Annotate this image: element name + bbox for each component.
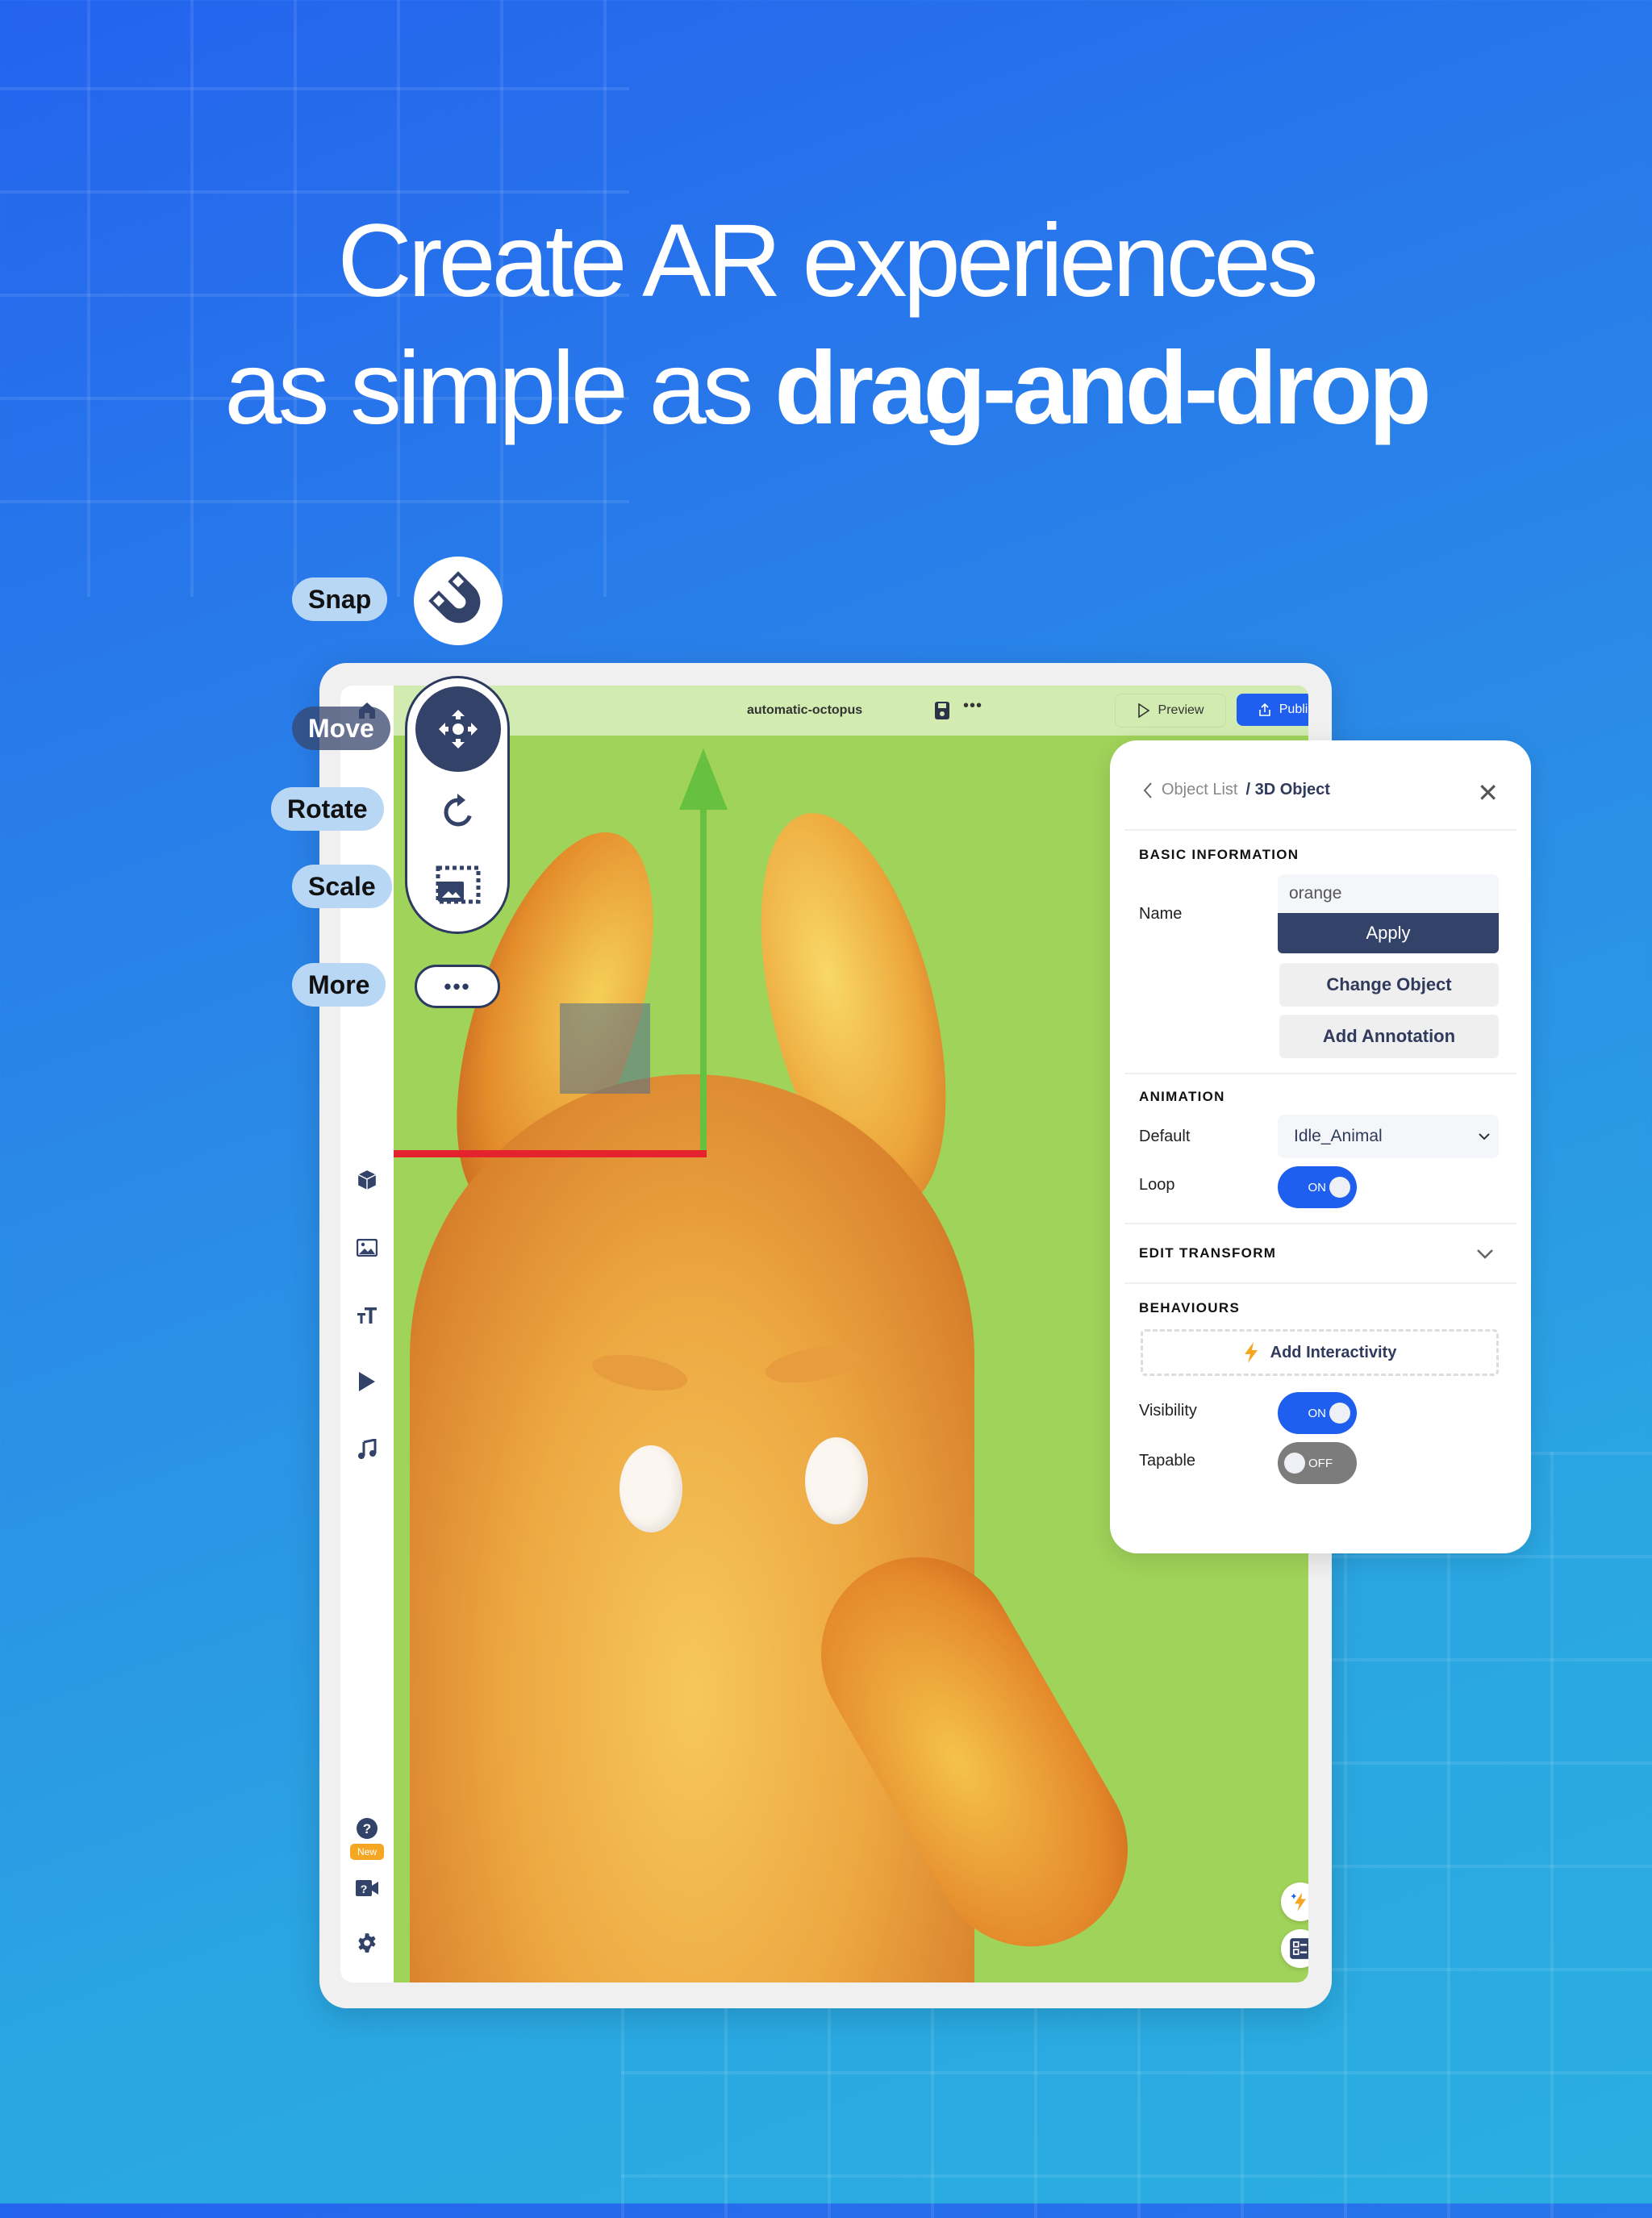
preview-button[interactable]: Preview (1115, 694, 1226, 728)
object-properties-panel: Object List / 3D Object ✕ BASIC INFORMAT… (1110, 740, 1531, 1553)
default-animation-label: Default (1139, 1128, 1191, 1145)
magnet-icon (428, 571, 481, 623)
breadcrumb-object-list[interactable]: Object List (1162, 781, 1237, 799)
divider (1124, 829, 1516, 831)
animation-heading: ANIMATION (1139, 1089, 1225, 1104)
share-icon (1258, 703, 1270, 716)
scale-label: Scale (292, 865, 392, 908)
divider (1124, 1282, 1516, 1284)
project-name[interactable]: automatic-octopus (747, 703, 862, 718)
name-input[interactable]: orange (1278, 874, 1499, 913)
lightning-sparkle-icon (1291, 1892, 1306, 1912)
more-tools-button[interactable]: ••• (415, 965, 500, 1008)
headline-line-1: Create AR experiences (337, 203, 1318, 319)
settings-icon[interactable] (353, 1929, 381, 1957)
gizmo-x-axis[interactable] (394, 1150, 707, 1157)
scale-tool-button[interactable] (434, 861, 482, 909)
publish-label: Publish (1279, 703, 1308, 716)
ai-assist-button[interactable] (1281, 1882, 1308, 1921)
visibility-toggle[interactable]: ON (1278, 1392, 1357, 1434)
divider (1124, 1073, 1516, 1074)
toggle-knob (1284, 1453, 1305, 1474)
lightning-icon (1244, 1342, 1258, 1363)
help-icon[interactable]: ? (353, 1815, 381, 1842)
transform-toolbar (405, 676, 510, 934)
visibility-label: Visibility (1139, 1402, 1197, 1420)
tapable-label: Tapable (1139, 1452, 1196, 1470)
character-eye-left (620, 1445, 682, 1532)
add-interactivity-label: Add Interactivity (1270, 1343, 1397, 1361)
more-label: More (292, 963, 386, 1007)
basic-information-heading: BASIC INFORMATION (1139, 847, 1299, 862)
name-label: Name (1139, 905, 1183, 923)
move-arrows-icon (439, 710, 478, 748)
move-tool-button[interactable] (415, 686, 501, 772)
divider (1124, 1223, 1516, 1224)
default-animation-select[interactable]: Idle_Animal (1278, 1115, 1499, 1158)
new-badge: New (350, 1844, 384, 1860)
rotate-icon (444, 794, 473, 827)
play-outline-icon (1137, 703, 1149, 718)
gizmo-y-axis[interactable] (700, 800, 707, 1155)
music-icon[interactable] (353, 1436, 381, 1463)
headline-regular: as simple as (224, 331, 775, 446)
edit-transform-heading[interactable]: EDIT TRANSFORM (1139, 1245, 1276, 1261)
change-object-button[interactable]: Change Object (1279, 963, 1499, 1007)
headline-bold: drag-and-drop (774, 331, 1432, 446)
object-list-button[interactable] (1281, 1929, 1308, 1968)
add-interactivity-button[interactable]: Add Interactivity (1141, 1329, 1499, 1376)
project-more-button[interactable]: ••• (963, 697, 982, 715)
list-icon (1290, 1938, 1308, 1959)
loop-toggle[interactable]: ON (1278, 1166, 1357, 1208)
toggle-knob (1329, 1403, 1350, 1424)
breadcrumb-current: / 3D Object (1245, 781, 1330, 798)
loop-state: ON (1308, 1180, 1327, 1194)
character-eye-right (805, 1437, 868, 1524)
video-help-icon[interactable]: ? (353, 1874, 381, 1902)
visibility-state: ON (1308, 1406, 1327, 1420)
loop-label: Loop (1139, 1176, 1175, 1194)
back-chevron-icon[interactable] (1142, 782, 1153, 799)
publish-button[interactable]: Publish (1237, 694, 1308, 726)
transform-gizmo-plane-handle[interactable] (560, 1003, 650, 1094)
svg-text:?: ? (361, 1882, 368, 1895)
tapable-state: OFF (1308, 1456, 1333, 1470)
save-icon[interactable] (934, 701, 950, 724)
headline-line-2: as simple as drag-and-drop (0, 329, 1652, 448)
rotate-label: Rotate (271, 787, 384, 831)
behaviours-heading: BEHAVIOURS (1139, 1300, 1241, 1315)
svg-text:?: ? (363, 1821, 371, 1837)
apply-button[interactable]: Apply (1278, 913, 1499, 953)
breadcrumb: Object List / 3D Object (1142, 781, 1330, 799)
close-icon[interactable]: ✕ (1477, 778, 1499, 808)
chevron-down-icon (1479, 1133, 1490, 1140)
scale-icon (436, 865, 481, 904)
move-label: Move (292, 707, 390, 750)
video-play-icon[interactable] (353, 1368, 381, 1395)
expand-chevron-icon[interactable] (1476, 1249, 1494, 1260)
snap-label: Snap (292, 577, 388, 621)
editor-topbar: automatic-octopus ••• Preview Publish (394, 686, 1308, 736)
rotate-tool-button[interactable] (434, 788, 482, 836)
preview-label: Preview (1158, 703, 1204, 717)
character-body (410, 1074, 974, 1982)
add-annotation-button[interactable]: Add Annotation (1279, 1015, 1499, 1058)
toggle-knob (1329, 1177, 1350, 1198)
text-icon[interactable] (353, 1302, 381, 1329)
image-icon[interactable] (353, 1234, 381, 1261)
tapable-toggle[interactable]: OFF (1278, 1442, 1357, 1484)
default-animation-value: Idle_Animal (1294, 1127, 1383, 1145)
snap-button[interactable] (414, 557, 503, 645)
cube-icon[interactable] (353, 1166, 381, 1194)
